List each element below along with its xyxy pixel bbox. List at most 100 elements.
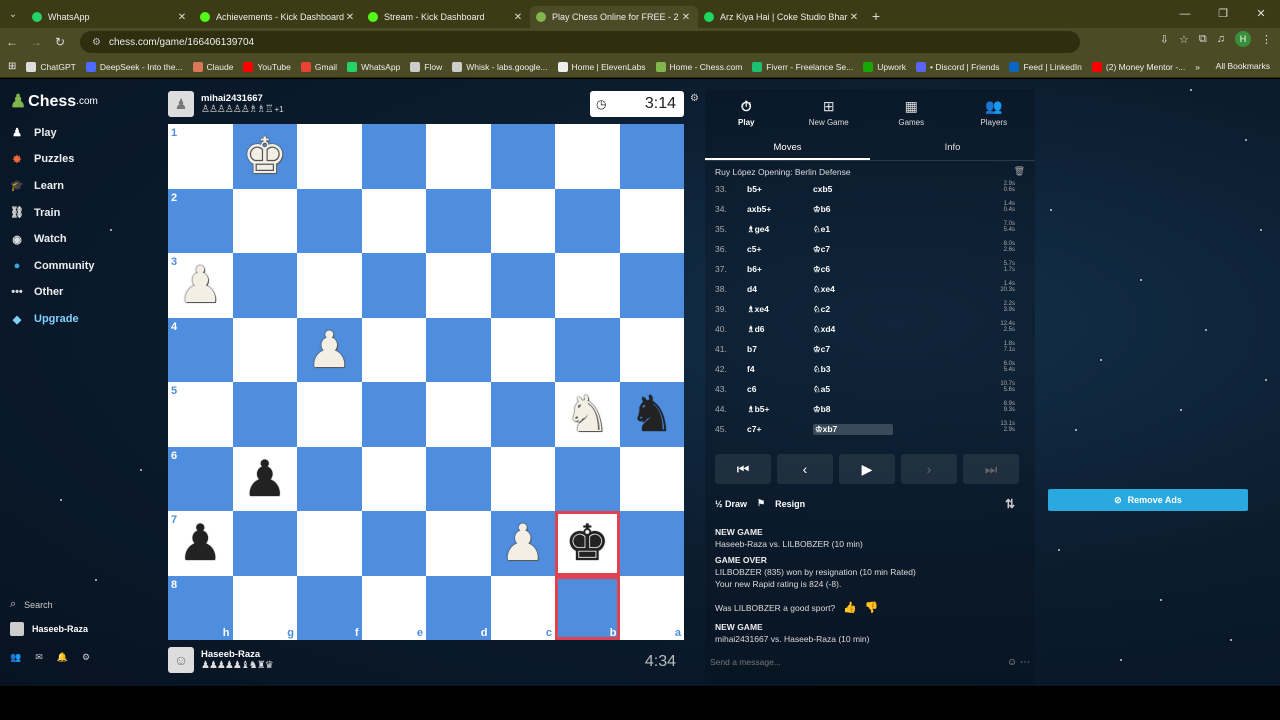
piece-white[interactable]: ♚: [233, 124, 298, 189]
bookmark-item[interactable]: Claude: [192, 61, 233, 72]
square-c5[interactable]: [490, 382, 555, 447]
settings-icon[interactable]: ⚙: [82, 652, 90, 663]
white-move[interactable]: ♗ge4: [747, 224, 813, 235]
square-c6[interactable]: [490, 446, 555, 511]
square-e8[interactable]: e: [361, 575, 426, 640]
messages-icon[interactable]: ✉: [35, 652, 43, 663]
panel-tab-games[interactable]: ▦ Games: [870, 89, 953, 135]
square-d3[interactable]: [426, 253, 491, 318]
square-b1[interactable]: [555, 124, 620, 189]
square-h8[interactable]: 8h: [168, 575, 233, 640]
bookmark-item[interactable]: (2) Money Mentor -...: [1091, 61, 1185, 72]
tab-close-icon[interactable]: ✕: [848, 12, 860, 23]
black-move[interactable]: ♘b3: [813, 364, 893, 375]
menu-icon[interactable]: ⋮: [1261, 33, 1272, 46]
sidebar-item-watch[interactable]: ◉ Watch: [10, 233, 66, 246]
tab-moves[interactable]: Moves: [705, 135, 870, 160]
tab-close-icon[interactable]: ✕: [344, 12, 356, 23]
sidebar-item-train[interactable]: ⛓ Train: [10, 206, 60, 220]
resign-button[interactable]: Resign: [775, 499, 805, 509]
square-e5[interactable]: [361, 382, 426, 447]
bookmark-item[interactable]: WhatsApp: [347, 61, 400, 72]
friends-icon[interactable]: 👥: [10, 652, 21, 663]
square-b8[interactable]: b: [555, 575, 620, 640]
black-move[interactable]: ♘e1: [813, 224, 893, 235]
square-g5[interactable]: [232, 382, 297, 447]
tab-close-icon[interactable]: ✕: [176, 12, 188, 23]
square-b7[interactable]: ♚: [555, 511, 620, 576]
browser-tab[interactable]: Stream - Kick Dashboard ✕: [362, 6, 530, 28]
square-c7[interactable]: ♟: [490, 511, 556, 576]
forward-icon[interactable]: →: [24, 35, 48, 49]
piece-black[interactable]: ♚: [555, 511, 620, 576]
square-e1[interactable]: [361, 124, 426, 189]
back-icon[interactable]: ←: [0, 35, 24, 49]
bookmark-item[interactable]: • Discord | Friends: [916, 61, 999, 72]
sidebar-item-other[interactable]: ••• Other: [10, 286, 63, 298]
profile-avatar[interactable]: H: [1235, 31, 1251, 47]
square-d4[interactable]: [426, 317, 491, 382]
white-move[interactable]: b5+: [747, 184, 813, 194]
square-a6[interactable]: [619, 446, 684, 511]
bookmark-item[interactable]: Fiverr - Freelance Se...: [752, 61, 853, 72]
player-avatar[interactable]: ☺: [168, 647, 194, 673]
draw-button[interactable]: ½ Draw: [715, 499, 747, 509]
browser-tab[interactable]: Achievements - Kick Dashboard ✕: [194, 6, 362, 28]
black-move[interactable]: ♔b6: [813, 204, 893, 215]
sidebar-item-puzzles[interactable]: ✸ Puzzles: [10, 153, 74, 166]
square-d5[interactable]: [426, 382, 491, 447]
apps-icon[interactable]: ⊞: [8, 61, 16, 72]
square-c8[interactable]: c: [490, 575, 555, 640]
white-move[interactable]: b6+: [747, 264, 813, 274]
site-info-icon[interactable]: ⚙: [92, 37, 101, 48]
bookmark-item[interactable]: Feed | LinkedIn: [1009, 61, 1082, 72]
square-g3[interactable]: [232, 253, 297, 318]
browser-tab[interactable]: Play Chess Online for FREE - 2 P ✕: [530, 6, 698, 28]
remove-ads-button[interactable]: ⊘ Remove Ads: [1048, 489, 1248, 511]
square-h2[interactable]: 2: [168, 188, 233, 253]
piece-white[interactable]: ♟: [168, 253, 233, 318]
opponent-name[interactable]: mihai2431667: [201, 93, 284, 104]
install-icon[interactable]: ⇩: [1160, 33, 1169, 46]
trash-icon[interactable]: 🗑: [1014, 166, 1025, 177]
square-c3[interactable]: [490, 253, 555, 318]
square-g2[interactable]: [232, 188, 297, 253]
first-move-button[interactable]: ⏮: [715, 454, 771, 484]
square-e2[interactable]: [361, 188, 426, 253]
tab-close-icon[interactable]: ✕: [680, 12, 692, 23]
white-move[interactable]: c7+: [747, 424, 813, 434]
bookmark-item[interactable]: Whisk - labs.google...: [452, 61, 548, 72]
square-f2[interactable]: [297, 188, 362, 253]
flip-board-icon[interactable]: ⇅: [1005, 497, 1015, 511]
tab-search-icon[interactable]: ⌄: [0, 0, 26, 28]
black-move[interactable]: ♘xe4: [813, 284, 893, 295]
black-move[interactable]: ♘xd4: [813, 324, 893, 335]
square-g6[interactable]: ♟: [232, 446, 298, 512]
bookmark-item[interactable]: Upwork: [863, 61, 906, 72]
black-move[interactable]: ♔b8: [813, 404, 893, 415]
chess-logo[interactable]: ♟ Chess .com: [10, 91, 98, 112]
piece-white[interactable]: ♟: [491, 511, 556, 576]
sidebar-item-learn[interactable]: 🎓 Learn: [10, 179, 64, 193]
black-move[interactable]: ♘a5: [813, 384, 893, 395]
notifications-icon[interactable]: 🔔: [57, 652, 68, 663]
bookmark-item[interactable]: ChatGPT: [26, 61, 76, 72]
board-settings-icon[interactable]: ⚙: [690, 93, 699, 104]
more-bookmarks-icon[interactable]: »: [1195, 62, 1200, 72]
square-g7[interactable]: [232, 511, 297, 576]
chess-board[interactable]: 1 ♚ 2 3 ♟ 4 ♟ 5 ♞ ♞ 6 ♟ 7 ♟ ♟ ♚ 8 h g f e d c b a: [168, 124, 684, 640]
bookmark-item[interactable]: DeepSeek - Into the...: [85, 61, 183, 72]
square-d1[interactable]: [426, 124, 491, 189]
square-g4[interactable]: [232, 317, 297, 382]
bookmark-star-icon[interactable]: ☆: [1179, 33, 1189, 46]
emoji-icon[interactable]: ☺ ⋯: [1007, 657, 1030, 668]
reload-icon[interactable]: ↻: [48, 35, 72, 49]
bookmark-item[interactable]: YouTube: [243, 61, 291, 72]
next-move-button[interactable]: ›: [901, 454, 957, 484]
square-c1[interactable]: [490, 124, 555, 189]
url-field[interactable]: ⚙ chess.com/game/166406139704: [80, 31, 1080, 53]
square-f8[interactable]: f: [297, 575, 362, 640]
opponent-avatar[interactable]: ♟: [168, 91, 194, 117]
piece-black[interactable]: ♟: [233, 447, 298, 512]
square-a1[interactable]: [619, 124, 684, 189]
